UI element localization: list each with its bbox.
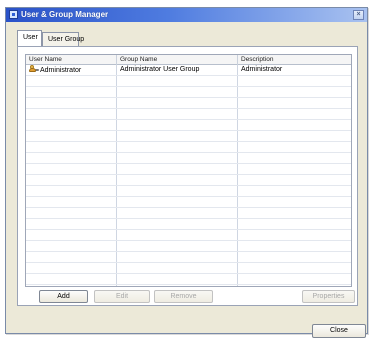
cell-group-name: Administrator User Group	[120, 66, 200, 73]
users-table: User Name Group Name Description Adminis…	[25, 54, 352, 287]
table-row	[26, 131, 351, 142]
table-row	[26, 230, 351, 241]
table-row	[26, 274, 351, 285]
user-name-text: Administrator	[40, 67, 82, 74]
table-row	[26, 76, 351, 87]
table-row	[26, 120, 351, 131]
close-button[interactable]: Close	[312, 324, 366, 338]
add-button[interactable]: Add	[39, 290, 88, 303]
column-header-group-name[interactable]: Group Name	[117, 55, 238, 65]
table-row	[26, 142, 351, 153]
table-row	[26, 87, 351, 98]
table-row	[26, 109, 351, 120]
tab-user[interactable]: User	[17, 30, 42, 46]
column-header-description[interactable]: Description	[238, 55, 351, 65]
table-row	[26, 263, 351, 274]
window-title: User & Group Manager	[21, 10, 109, 19]
table-row	[26, 175, 351, 186]
edit-button[interactable]: Edit	[94, 290, 150, 303]
remove-button[interactable]: Remove	[154, 290, 213, 303]
table-body: Administrator Administrator User Group A…	[26, 65, 351, 286]
table-row	[26, 153, 351, 164]
title-bar[interactable]: User & Group Manager ×	[6, 8, 367, 22]
column-header-user-name[interactable]: User Name	[26, 55, 117, 65]
cell-description: Administrator	[241, 66, 283, 73]
cell-user-name: Administrator	[26, 65, 117, 76]
table-row	[26, 197, 351, 208]
table-row[interactable]: Administrator Administrator User Group A…	[26, 65, 351, 76]
table-row	[26, 98, 351, 109]
table-row	[26, 186, 351, 197]
user-icon	[29, 65, 39, 73]
table-header: User Name Group Name Description	[26, 55, 351, 65]
window-close-button[interactable]: ×	[353, 10, 364, 20]
properties-button[interactable]: Properties	[302, 290, 355, 303]
table-row	[26, 252, 351, 263]
table-row	[26, 219, 351, 230]
user-group-manager-window: User & Group Manager × User User Group U…	[5, 7, 368, 338]
tab-user-group[interactable]: User Group	[42, 32, 84, 47]
table-row	[26, 208, 351, 219]
app-icon	[9, 10, 18, 19]
table-row	[26, 164, 351, 175]
user-tab-panel: User Name Group Name Description Adminis…	[17, 46, 358, 306]
table-row	[26, 241, 351, 252]
action-buttons-row: Add Edit Remove Properties	[17, 290, 358, 303]
